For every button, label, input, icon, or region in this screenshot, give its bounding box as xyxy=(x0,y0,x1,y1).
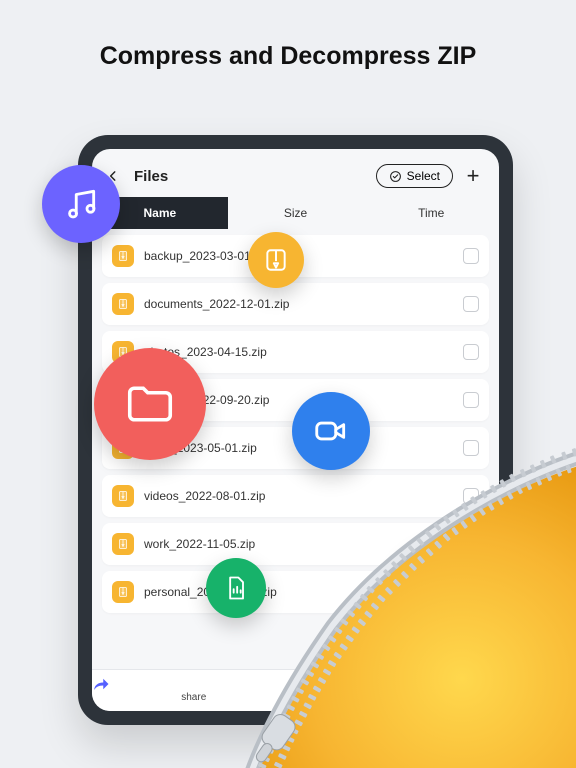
moveto-label: move to xyxy=(379,692,415,703)
file-name: documents_2022-12-01.zip xyxy=(144,297,453,311)
bottom-bar: share move to xyxy=(92,669,499,711)
row-checkbox[interactable] xyxy=(463,248,479,264)
zip-file-icon xyxy=(112,293,134,315)
row-checkbox[interactable] xyxy=(463,344,479,360)
page-title: Files xyxy=(134,168,168,185)
folder-icon xyxy=(94,348,206,460)
share-label: share xyxy=(181,692,206,703)
row-checkbox[interactable] xyxy=(463,392,479,408)
sort-tabs: Name Size Time xyxy=(92,197,499,229)
zip-file-icon xyxy=(112,533,134,555)
share-icon xyxy=(92,676,296,692)
archive-icon xyxy=(248,232,304,288)
check-circle-icon xyxy=(389,170,402,183)
row-checkbox[interactable] xyxy=(463,440,479,456)
file-name: photos_2023-04-15.zip xyxy=(144,345,453,359)
file-row[interactable]: videos_2022-08-01.zip xyxy=(102,475,489,517)
select-label: Select xyxy=(407,169,440,183)
zip-file-icon xyxy=(112,581,134,603)
row-checkbox[interactable] xyxy=(463,296,479,312)
moveto-action[interactable]: move to xyxy=(296,676,500,703)
row-checkbox[interactable] xyxy=(463,488,479,504)
add-button[interactable]: + xyxy=(461,163,485,189)
tab-time[interactable]: Time xyxy=(363,197,499,229)
music-icon xyxy=(42,165,120,243)
zip-file-icon xyxy=(112,485,134,507)
select-button[interactable]: Select xyxy=(376,164,453,188)
move-icon xyxy=(296,676,500,692)
tab-size[interactable]: Size xyxy=(228,197,364,229)
file-name: work_2022-11-05.zip xyxy=(144,537,453,551)
video-icon xyxy=(292,392,370,470)
hero-title: Compress and Decompress ZIP xyxy=(0,0,576,71)
share-action[interactable]: share xyxy=(92,676,296,703)
document-icon xyxy=(206,558,266,618)
zip-file-icon xyxy=(112,245,134,267)
file-name: videos_2022-08-01.zip xyxy=(144,489,453,503)
image-icon xyxy=(390,538,500,648)
file-row[interactable]: documents_2022-12-01.zip xyxy=(102,283,489,325)
topbar: Files Select + xyxy=(92,149,499,197)
